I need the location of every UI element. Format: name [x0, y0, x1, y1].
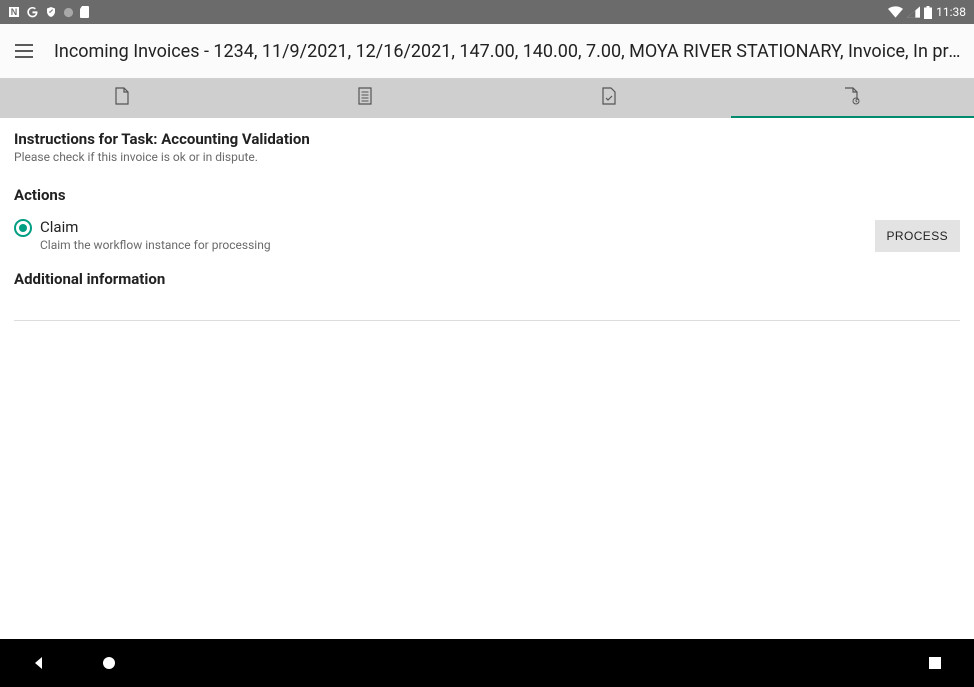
status-time: 11:38	[936, 5, 966, 19]
navigation-bar	[0, 639, 974, 687]
claim-description: Claim the workflow instance for processi…	[40, 238, 271, 252]
google-icon	[26, 6, 39, 19]
claim-radio[interactable]	[14, 219, 32, 237]
circle-icon	[63, 7, 74, 18]
menu-button[interactable]	[12, 39, 36, 63]
document-icon	[115, 87, 129, 109]
content-area: Instructions for Task: Accounting Valida…	[0, 118, 974, 639]
home-button[interactable]	[98, 652, 120, 674]
battery-icon	[924, 6, 932, 19]
list-icon	[358, 87, 372, 109]
file-check-icon	[602, 87, 616, 109]
signal-icon	[907, 6, 920, 18]
actions-heading: Actions	[14, 186, 960, 204]
process-button[interactable]: PROCESS	[875, 220, 960, 252]
tab-process[interactable]	[731, 78, 974, 118]
page-title: Incoming Invoices - 1234, 11/9/2021, 12/…	[54, 41, 962, 62]
instructions-subtitle: Please check if this invoice is ok or in…	[14, 150, 960, 164]
notification-icon: N	[8, 6, 20, 18]
tab-file[interactable]	[487, 78, 731, 118]
back-button[interactable]	[28, 652, 50, 674]
svg-text:N: N	[11, 7, 18, 17]
sd-card-icon	[80, 6, 90, 18]
tab-list[interactable]	[244, 78, 488, 118]
app-bar: Incoming Invoices - 1234, 11/9/2021, 12/…	[0, 24, 974, 78]
claim-label: Claim	[40, 218, 271, 236]
additional-heading: Additional information	[14, 270, 960, 288]
tab-document[interactable]	[0, 78, 244, 118]
wifi-icon	[888, 6, 903, 18]
process-icon	[844, 87, 860, 109]
instructions-title: Instructions for Task: Accounting Valida…	[14, 130, 960, 148]
action-row: Claim Claim the workflow instance for pr…	[14, 218, 960, 252]
recent-button[interactable]	[924, 652, 946, 674]
tab-bar	[0, 78, 974, 118]
status-bar: N 11:38	[0, 0, 974, 24]
shield-icon	[45, 6, 57, 18]
divider	[14, 320, 960, 321]
